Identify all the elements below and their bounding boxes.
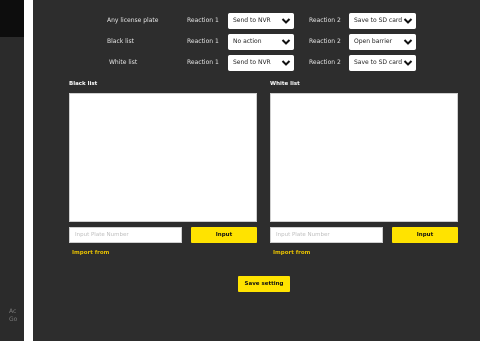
reaction1-select[interactable]: Send to NVR bbox=[228, 13, 294, 29]
rule-name: White list bbox=[109, 59, 138, 66]
chevron-down-icon bbox=[403, 39, 413, 45]
reaction2-value: Save to SD card bbox=[354, 17, 403, 24]
reaction2-label: Reaction 2 bbox=[309, 17, 341, 24]
white-list-import-link[interactable]: Import from bbox=[273, 250, 310, 256]
reaction2-label: Reaction 2 bbox=[309, 59, 341, 66]
reaction1-label: Reaction 1 bbox=[187, 17, 219, 24]
reaction1-value: No action bbox=[233, 38, 262, 45]
white-list-title: White list bbox=[270, 81, 300, 87]
reaction2-value: Open barrier bbox=[354, 38, 393, 45]
chevron-down-icon bbox=[403, 60, 413, 66]
chevron-down-icon bbox=[403, 18, 413, 24]
reaction1-select[interactable]: No action bbox=[228, 34, 294, 50]
sidebar-footer-line-1: Ac bbox=[9, 308, 17, 315]
rule-name: Black list bbox=[107, 38, 134, 45]
rule-row-black-list: Black list Reaction 1 No action Reaction… bbox=[33, 34, 480, 50]
reaction2-select[interactable]: Open barrier bbox=[349, 34, 416, 50]
reaction1-value: Send to NVR bbox=[233, 17, 271, 24]
white-list-box[interactable] bbox=[270, 93, 458, 222]
reaction1-value: Send to NVR bbox=[233, 59, 271, 66]
reaction2-select[interactable]: Save to SD card bbox=[349, 13, 416, 29]
chevron-down-icon bbox=[281, 60, 291, 66]
black-list-box[interactable] bbox=[69, 93, 257, 222]
plate-settings-panel: Any license plate Reaction 1 Send to NVR… bbox=[33, 0, 480, 341]
reaction2-select[interactable]: Save to SD card bbox=[349, 55, 416, 71]
white-list-input-button[interactable]: Input bbox=[392, 227, 458, 243]
reaction1-label: Reaction 1 bbox=[187, 38, 219, 45]
sidebar-footer-text: Ac Go bbox=[9, 308, 17, 324]
chevron-down-icon bbox=[281, 18, 291, 24]
black-list-plate-input[interactable]: Input Plate Number bbox=[69, 227, 182, 243]
rule-name: Any license plate bbox=[107, 17, 159, 24]
save-setting-button[interactable]: Save setting bbox=[238, 276, 290, 292]
reaction1-label: Reaction 1 bbox=[187, 59, 219, 66]
rule-row-white-list: White list Reaction 1 Send to NVR Reacti… bbox=[33, 55, 480, 71]
reaction2-value: Save to SD card bbox=[354, 59, 403, 66]
chevron-down-icon bbox=[281, 39, 291, 45]
black-list-title: Black list bbox=[69, 81, 98, 87]
black-list-import-link[interactable]: Import from bbox=[72, 250, 109, 256]
sidebar-header bbox=[0, 0, 24, 37]
black-list-input-button[interactable]: Input bbox=[191, 227, 257, 243]
reaction2-label: Reaction 2 bbox=[309, 38, 341, 45]
rule-row-any-plate: Any license plate Reaction 1 Send to NVR… bbox=[33, 13, 480, 29]
reaction1-select[interactable]: Send to NVR bbox=[228, 55, 294, 71]
sidebar-footer-line-2: Go bbox=[9, 316, 18, 323]
left-sidebar: Ac Go bbox=[0, 0, 24, 341]
white-list-plate-input[interactable]: Input Plate Number bbox=[270, 227, 383, 243]
